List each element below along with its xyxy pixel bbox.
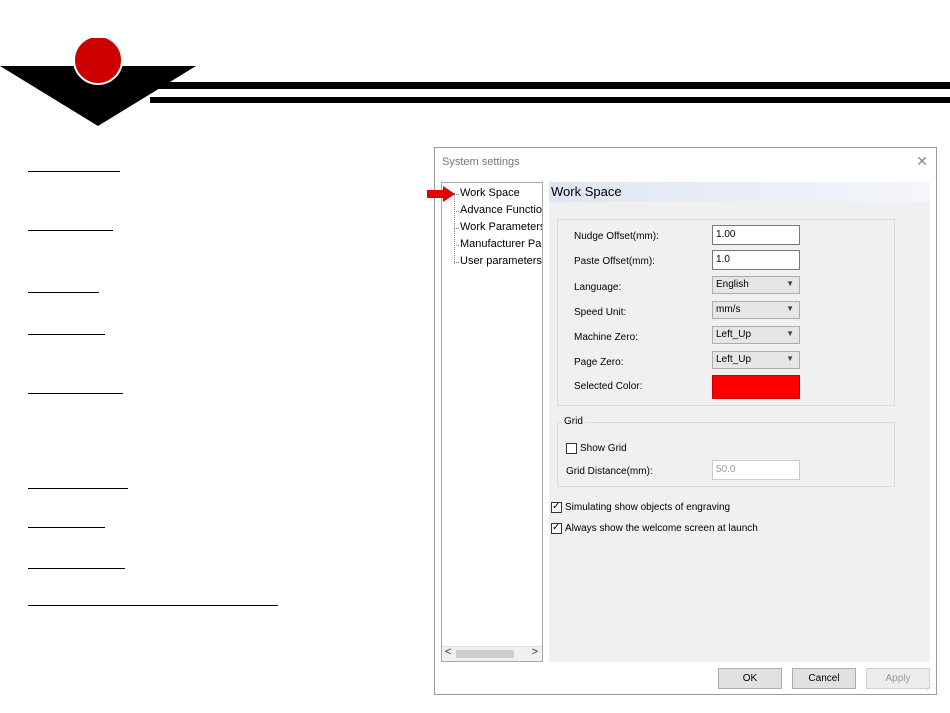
tree-item-label: Work Parameters	[460, 221, 543, 233]
language-label: Language:	[574, 282, 622, 293]
resize-grip-icon[interactable]: ⋰	[926, 683, 934, 692]
dialog-title: System settings	[442, 156, 520, 168]
system-settings-dialog: System settings ✕ Work Space Advance Fun…	[427, 147, 937, 695]
chevron-down-icon: ▼	[786, 279, 794, 288]
speed-unit-value: mm/s	[716, 304, 741, 315]
tree-item-user-parameters[interactable]: User parameters	[454, 255, 542, 267]
always-show-welcome-checkbox[interactable]	[551, 521, 562, 535]
cancel-button[interactable]: Cancel	[792, 668, 856, 689]
blank-line	[28, 292, 99, 293]
show-grid-checkbox[interactable]	[566, 443, 577, 454]
work-space-group: Nudge Offset(mm): 1.00 Paste Offset(mm):…	[557, 219, 895, 406]
blank-line	[28, 171, 120, 172]
chevron-down-icon: ▼	[786, 354, 794, 363]
tree-item-work-space[interactable]: Work Space	[454, 187, 520, 199]
work-space-panel: Work Space Nudge Offset(mm): 1.00 Paste …	[549, 182, 930, 662]
nudge-offset-label: Nudge Offset(mm):	[574, 231, 659, 242]
show-grid-label: Show Grid	[580, 443, 627, 454]
machine-zero-value: Left_Up	[716, 329, 752, 340]
header-rule-thin	[150, 97, 950, 103]
scroll-left-icon[interactable]: <	[445, 646, 451, 658]
tree-horizontal-scrollbar[interactable]: < >	[442, 646, 542, 661]
red-arrow-icon	[427, 186, 455, 202]
blank-line	[28, 230, 113, 231]
blank-line	[28, 527, 105, 528]
machine-zero-select[interactable]: Left_Up ▼	[712, 326, 800, 344]
grid-distance-label: Grid Distance(mm):	[566, 466, 653, 477]
tree-item-label: User parameters	[460, 255, 542, 267]
tree-item-advance-functions[interactable]: Advance Functions	[454, 204, 542, 216]
ok-button[interactable]: OK	[718, 668, 782, 689]
header-rule-thick	[150, 82, 950, 89]
language-select[interactable]: English ▼	[712, 276, 800, 294]
paste-offset-input[interactable]: 1.0	[712, 250, 800, 270]
blank-line	[28, 334, 105, 335]
tree-item-work-parameters[interactable]: Work Parameters	[453, 221, 543, 233]
blank-line	[28, 568, 125, 569]
always-show-welcome-label: Always show the welcome screen at launch	[565, 523, 758, 534]
close-icon[interactable]: ✕	[916, 153, 928, 170]
paste-offset-label: Paste Offset(mm):	[574, 256, 655, 267]
selected-color-label: Selected Color:	[574, 381, 643, 392]
tree-item-manufacturer-para[interactable]: Manufacturer Para	[453, 238, 543, 250]
blank-line	[28, 605, 278, 606]
scrollbar-thumb[interactable]	[456, 650, 514, 658]
chevron-down-icon: ▼	[786, 329, 794, 338]
apply-button[interactable]: Apply	[866, 668, 930, 689]
page-zero-value: Left_Up	[716, 354, 752, 365]
selected-color-swatch[interactable]	[712, 375, 800, 399]
speed-unit-select[interactable]: mm/s ▼	[712, 301, 800, 319]
settings-tree: Work Space Advance Functions Work Parame…	[441, 182, 543, 662]
tree-item-label: Manufacturer Para	[460, 238, 543, 250]
scroll-right-icon[interactable]: >	[532, 646, 538, 658]
machine-zero-label: Machine Zero:	[574, 332, 638, 343]
tree-item-label: Work Space	[460, 187, 520, 199]
grid-group: Grid Show Grid Grid Distance(mm): 50.0	[557, 416, 895, 487]
chevron-down-icon: ▼	[786, 304, 794, 313]
nudge-offset-input[interactable]: 1.00	[712, 225, 800, 245]
simulating-show-label: Simulating show objects of engraving	[565, 502, 731, 513]
page-zero-select[interactable]: Left_Up ▼	[712, 351, 800, 369]
panel-header: Work Space	[549, 182, 930, 202]
tree-item-label: Advance Functions	[460, 204, 542, 216]
grid-distance-input[interactable]: 50.0	[712, 460, 800, 480]
simulating-show-checkbox[interactable]	[551, 500, 562, 514]
blank-line	[28, 393, 123, 394]
speed-unit-label: Speed Unit:	[574, 307, 627, 318]
language-value: English	[716, 279, 749, 290]
blank-line	[28, 488, 128, 489]
grid-legend: Grid	[562, 416, 585, 427]
page-zero-label: Page Zero:	[574, 357, 624, 368]
